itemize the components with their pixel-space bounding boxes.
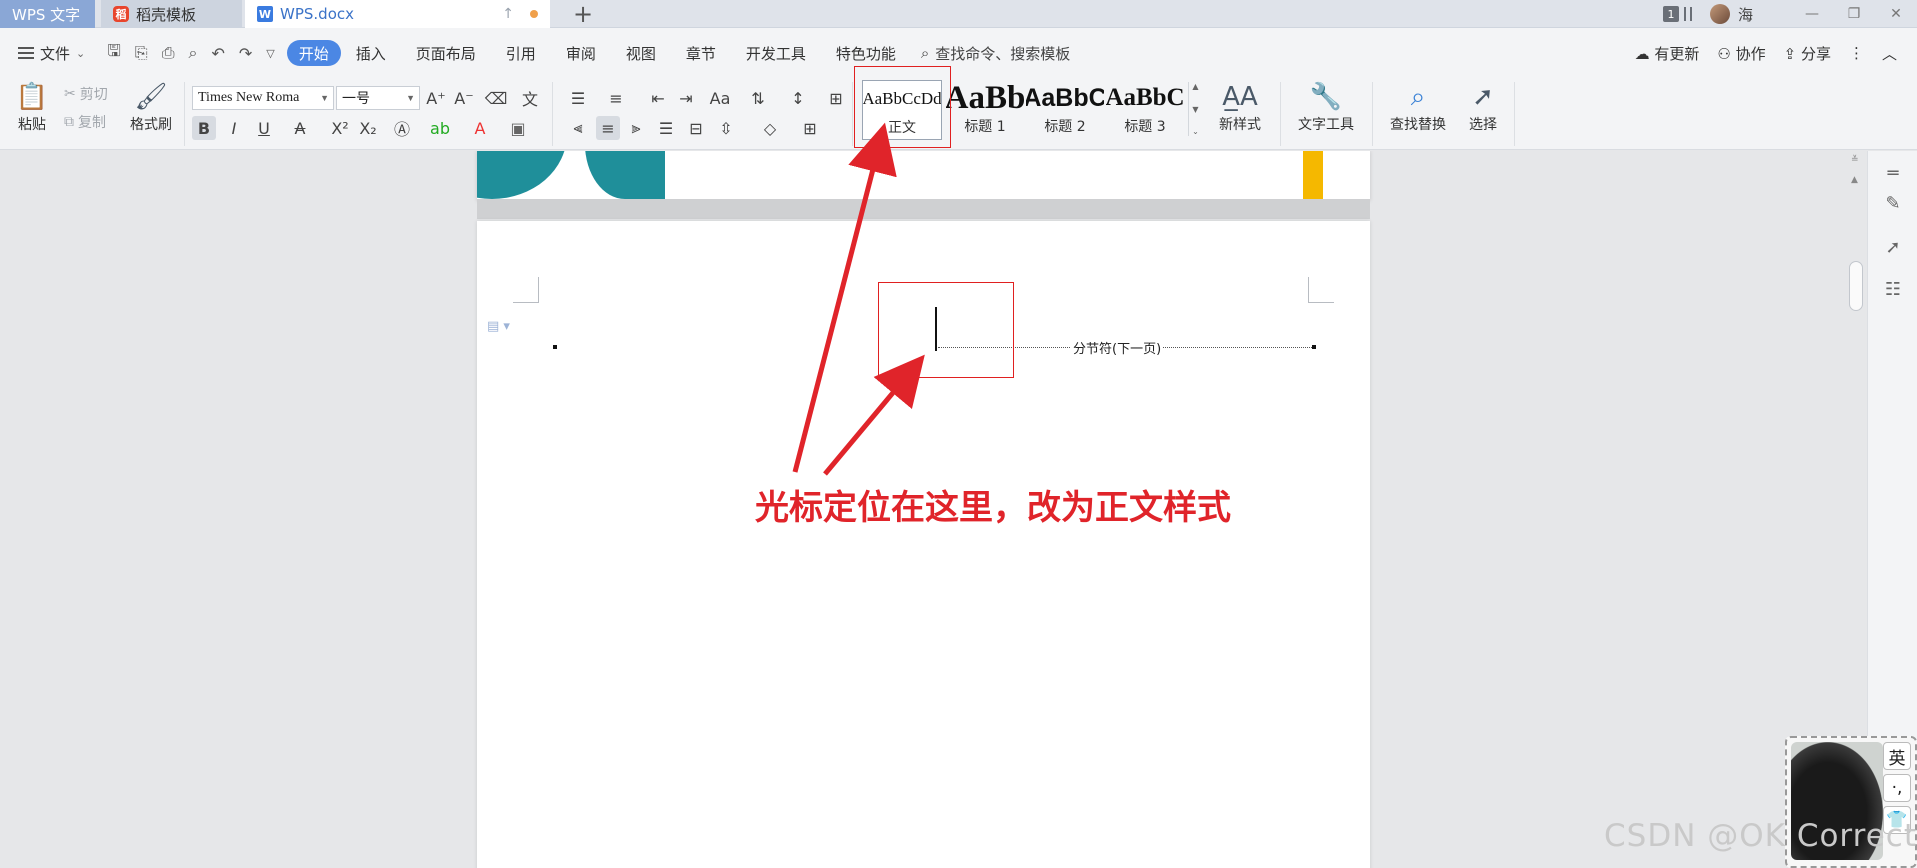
chevron-up-icon[interactable]: ▲ [1851,175,1858,185]
pointer-icon[interactable]: ➚ [1881,235,1905,259]
scroll-split-icon[interactable]: ≚ [1851,155,1859,165]
sidebar-handle-icon[interactable]: ═ [1881,161,1905,185]
edit-pen-icon[interactable]: ✎ [1881,191,1905,215]
scrollbar-thumb[interactable] [1849,261,1863,311]
ime-punctuation-toggle[interactable]: ·, [1883,774,1911,802]
annotation-caption: 光标定位在这里，改为正文样式 [755,488,1231,528]
ime-language-toggle[interactable]: 英 [1883,742,1911,770]
watermark: CSDN @OK Correct [1604,818,1917,854]
arrow-to-cursor [823,354,925,476]
annotation-arrows [792,122,925,476]
settings-sliders-icon[interactable]: ☷ [1881,277,1905,301]
